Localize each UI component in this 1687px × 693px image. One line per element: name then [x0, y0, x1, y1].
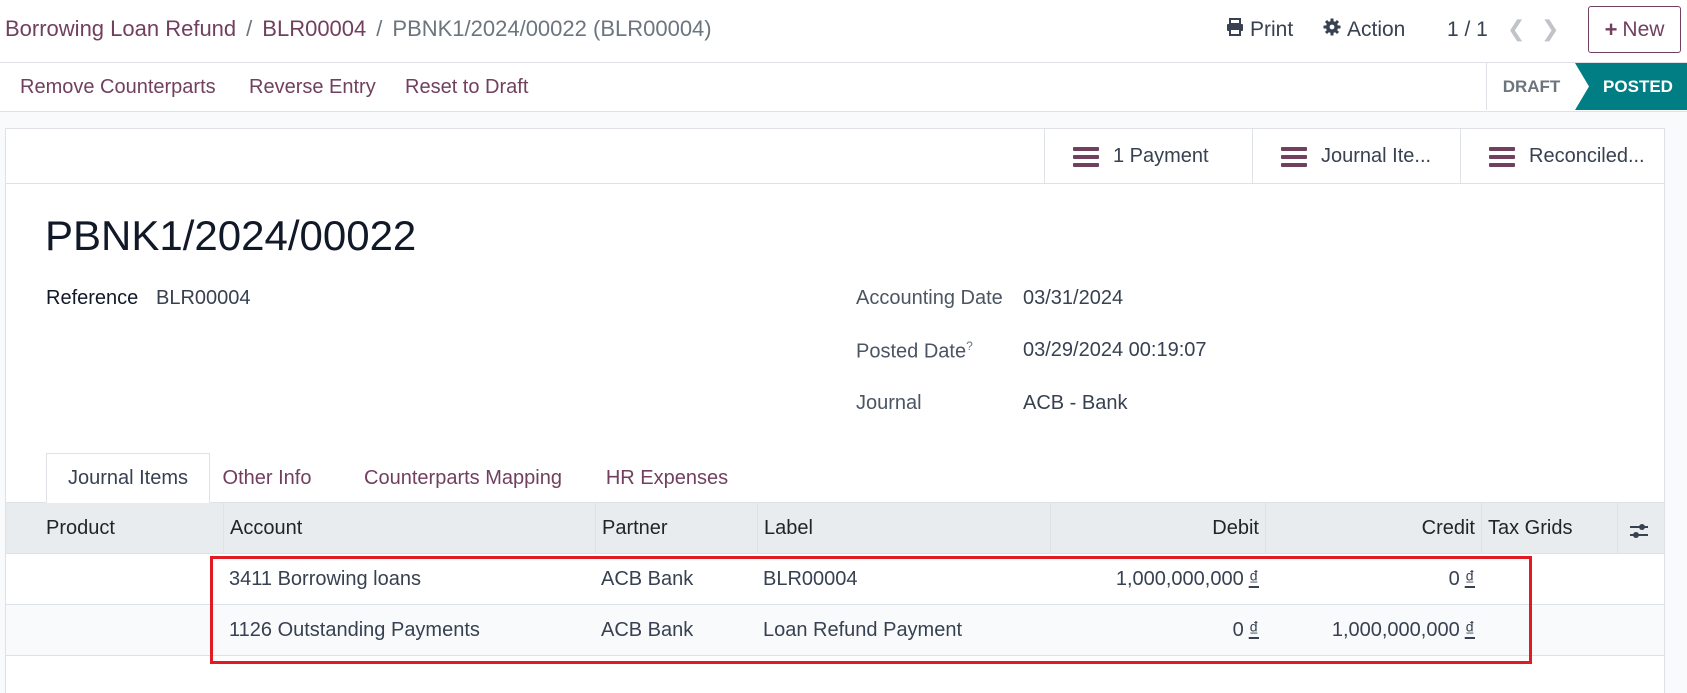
new-label: New [1622, 17, 1665, 41]
row-account[interactable]: 3411 Borrowing loans [223, 554, 595, 604]
chevron-left-icon[interactable]: ❮ [1507, 16, 1525, 42]
table-row[interactable]: 3411 Borrowing loans ACB Bank BLR00004 1… [6, 554, 1664, 605]
stage-posted[interactable]: POSTED [1575, 63, 1687, 110]
plus-icon: + [1604, 16, 1618, 42]
row-account[interactable]: 1126 Outstanding Payments [223, 605, 595, 655]
breadcrumb: Borrowing Loan Refund / BLR00004 / PBNK1/202… [5, 16, 712, 42]
form-sheet: 1 Payment Journal Ite... Reconciled... P… [5, 128, 1665, 693]
currency-symbol: ₫ [1248, 618, 1259, 641]
row-debit[interactable]: 1,000,000,000 ₫ [1050, 554, 1265, 604]
column-product[interactable]: Product [6, 503, 223, 553]
accounting-date-value[interactable]: 03/31/2024 [1023, 287, 1123, 310]
accounting-date-label: Accounting Date [856, 287, 1003, 309]
chevron-right-icon[interactable]: ❯ [1541, 16, 1559, 42]
status-bar: Remove Counterparts Reverse Entry Reset … [0, 63, 1687, 112]
row-credit[interactable]: 0 ₫ [1265, 554, 1481, 604]
journal-value[interactable]: ACB - Bank [1023, 392, 1127, 415]
posted-date-label: Posted Date? [856, 339, 973, 364]
row-partner[interactable]: ACB Bank [595, 605, 757, 655]
tab-other-info[interactable]: Other Info [212, 453, 322, 503]
posted-date-value[interactable]: 03/29/2024 00:19:07 [1023, 339, 1207, 362]
breadcrumb-borrowing-loan-refund[interactable]: Borrowing Loan Refund [5, 16, 236, 41]
remove-counterparts-button[interactable]: Remove Counterparts [20, 76, 216, 99]
list-icon [1281, 146, 1307, 167]
posted-date-label-text: Posted Date [856, 340, 967, 363]
column-debit[interactable]: Debit [1050, 503, 1265, 553]
row-debit-amount: 1,000,000,000 [1115, 567, 1244, 590]
column-credit[interactable]: Credit [1265, 503, 1481, 553]
print-button[interactable]: Print [1226, 18, 1293, 42]
payment-smart-label: 1 Payment [1113, 145, 1209, 167]
column-account[interactable]: Account [223, 503, 595, 553]
action-button[interactable]: Action [1323, 18, 1405, 42]
reconciled-smart-button[interactable]: Reconciled... [1460, 129, 1664, 184]
tab-counterparts-mapping[interactable]: Counterparts Mapping [346, 453, 580, 503]
currency-symbol: ₫ [1464, 618, 1475, 641]
row-credit[interactable]: 1,000,000,000 ₫ [1265, 605, 1481, 655]
currency-symbol: ₫ [1464, 567, 1475, 590]
column-tax-grids[interactable]: Tax Grids [1481, 503, 1617, 553]
row-credit-amount: 1,000,000,000 [1331, 618, 1460, 641]
list-icon [1073, 146, 1099, 167]
control-panel: Borrowing Loan Refund / BLR00004 / PBNK1/202… [0, 0, 1687, 63]
reverse-entry-button[interactable]: Reverse Entry [249, 76, 376, 99]
printer-icon [1226, 18, 1244, 42]
row-credit-amount: 0 [1448, 567, 1460, 590]
reset-to-draft-button[interactable]: Reset to Draft [405, 76, 528, 99]
breadcrumb-current: PBNK1/2024/00022 (BLR00004) [392, 16, 712, 41]
breadcrumb-separator: / [376, 16, 383, 41]
tab-journal-items[interactable]: Journal Items [46, 453, 210, 503]
print-label: Print [1250, 18, 1294, 41]
record-title: PBNK1/2024/00022 [45, 212, 417, 259]
row-label[interactable]: BLR00004 [757, 554, 1050, 604]
list-icon [1489, 146, 1515, 167]
gear-icon [1323, 18, 1341, 42]
table-header: Product Account Partner Label Debit Cred… [6, 502, 1664, 554]
stage-draft[interactable]: DRAFT [1486, 63, 1576, 110]
payment-smart-button[interactable]: 1 Payment [1044, 129, 1252, 184]
column-partner[interactable]: Partner [595, 503, 757, 553]
journal-items-smart-button[interactable]: Journal Ite... [1252, 129, 1460, 184]
row-debit-amount: 0 [1232, 618, 1244, 641]
action-label: Action [1347, 18, 1406, 41]
journal-label: Journal [856, 392, 922, 414]
row-debit[interactable]: 0 ₫ [1050, 605, 1265, 655]
reconciled-smart-label: Reconciled... [1529, 145, 1645, 167]
currency-symbol: ₫ [1248, 567, 1259, 590]
tab-hr-expenses[interactable]: HR Expenses [596, 453, 738, 503]
journal-items-smart-label: Journal Ite... [1321, 145, 1432, 167]
smart-button-box: 1 Payment Journal Ite... Reconciled... [6, 129, 1664, 184]
breadcrumb-separator: / [246, 16, 253, 41]
reference-label: Reference [46, 287, 139, 309]
row-label[interactable]: Loan Refund Payment [757, 605, 1050, 655]
column-settings-icon[interactable] [1628, 520, 1650, 542]
breadcrumb-blr00004[interactable]: BLR00004 [262, 16, 366, 41]
new-button[interactable]: + New [1588, 6, 1681, 53]
pager-value[interactable]: 1 / 1 [1447, 18, 1488, 42]
table-row[interactable]: 1126 Outstanding Payments ACB Bank Loan … [6, 605, 1664, 656]
row-partner[interactable]: ACB Bank [595, 554, 757, 604]
column-label[interactable]: Label [757, 503, 1050, 553]
help-icon[interactable]: ? [966, 339, 973, 353]
reference-value[interactable]: BLR00004 [156, 287, 251, 310]
